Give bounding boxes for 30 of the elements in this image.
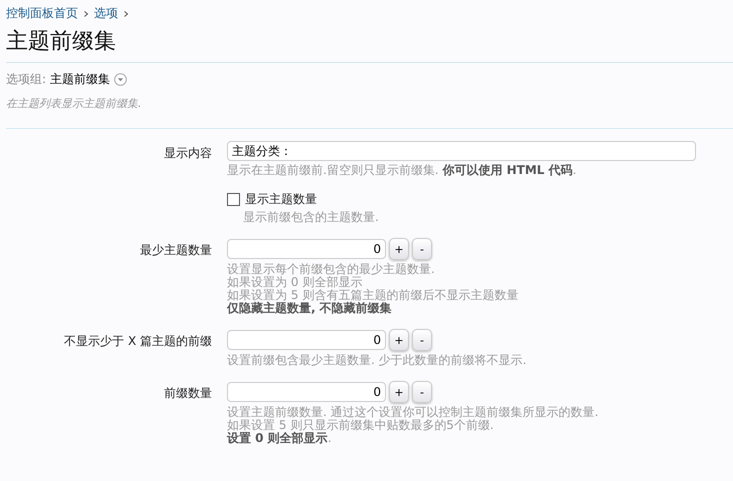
increment-button[interactable]: +	[389, 381, 409, 403]
increment-button[interactable]: +	[389, 238, 409, 260]
increment-button[interactable]: +	[389, 329, 409, 351]
option-group-value: 主题前缀集	[50, 71, 110, 88]
field-hint: 设置前缀包含最少主题数量. 少于此数量的前缀将不显示.	[227, 354, 528, 367]
decrement-button[interactable]: -	[412, 238, 432, 260]
field-hint: 设置显示每个前缀包含的最少主题数量. 如果设置为 0 则全部显示 如果设置为 5 则含有五篇主题的前缀后不显示主题数量 仅隐藏主题数量, 不隐藏前缀集	[227, 263, 520, 315]
page-description: 在主题列表显示主题前缀集.	[6, 96, 142, 111]
checkbox-label[interactable]: 显示主题数量	[245, 191, 317, 208]
field-label: 显示内容	[163, 145, 212, 162]
decrement-button[interactable]: -	[412, 329, 432, 351]
field-hint: 显示前缀包含的主题数量.	[243, 211, 380, 224]
chevron-icon	[84, 10, 88, 16]
decrement-button[interactable]: -	[412, 381, 432, 403]
number-field[interactable]: 0	[227, 382, 386, 402]
field-hint: 显示在主题前缀前.留空则只显示前缀集. 你可以使用 HTML 代码.	[227, 164, 578, 177]
page-title: 主题前缀集	[6, 28, 117, 56]
dropdown-icon[interactable]	[114, 73, 128, 86]
field-label: 不显示少于 X 篇主题的前缀	[63, 333, 212, 350]
field-label: 最少主题数量	[139, 242, 212, 259]
option-group-label: 选项组:	[6, 71, 46, 88]
chevron-icon	[124, 10, 128, 16]
field-hint: 设置主题前缀数量. 通过这个设置你可以控制主题前缀集所显示的数量. 如果设置 5 则只显示前缀集中贴数最多的5个前缀. 设置 0 则全部显示.	[227, 406, 600, 445]
breadcrumb-link[interactable]: 控制面板首页	[6, 5, 78, 22]
field-label: 前缀数量	[163, 385, 212, 402]
breadcrumb-link[interactable]: 选项	[94, 5, 118, 22]
number-field[interactable]: 0	[227, 239, 386, 259]
number-field[interactable]: 0	[227, 330, 386, 350]
text-field[interactable]: 主题分类：	[227, 141, 696, 161]
checkbox[interactable]	[227, 193, 240, 206]
